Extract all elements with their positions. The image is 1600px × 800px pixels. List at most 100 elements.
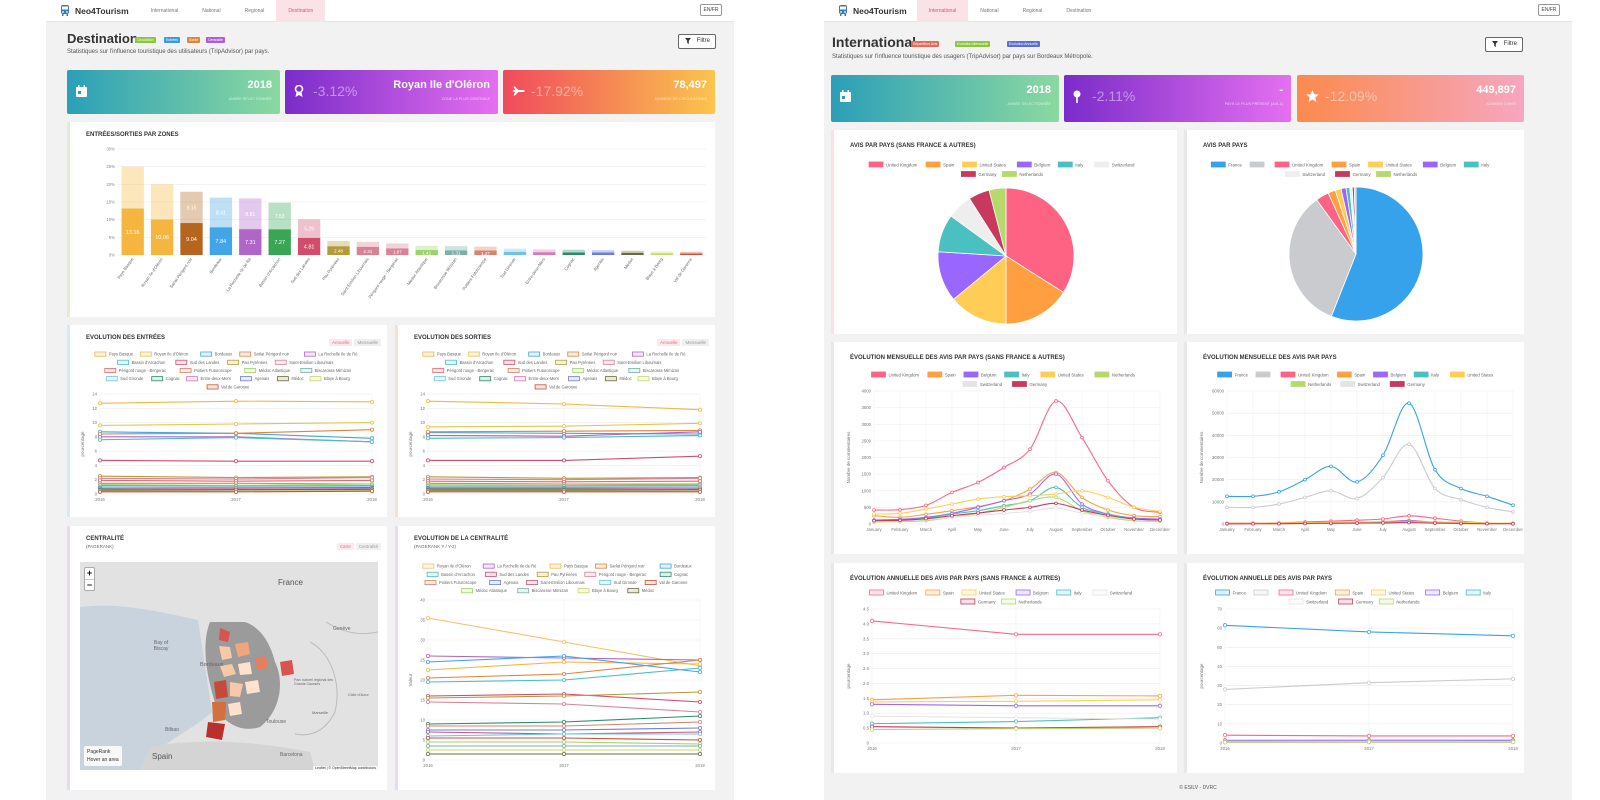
map-canvas[interactable]: [80, 562, 378, 770]
x-tick-label: 2018: [695, 497, 705, 502]
badge-monthly[interactable]: Evolution Mensuelle: [955, 41, 991, 47]
zone-area[interactable]: [280, 660, 294, 676]
month2-card: ÉVOLUTION MENSUELLE DES AVIS PAR PAYS Fr…: [1184, 342, 1524, 554]
legend-label: United Kingdom: [1298, 372, 1329, 377]
nav-tab-regional[interactable]: Regional: [233, 0, 277, 22]
zone-area[interactable]: [214, 680, 228, 699]
badge-entries[interactable]: Entrées: [164, 37, 181, 43]
y-tick-label: 10000: [1212, 499, 1225, 504]
brand-name: Neo4Tourism: [853, 5, 907, 16]
badge-circulation[interactable]: Circulation: [135, 37, 156, 43]
legend-swatch: [925, 589, 941, 596]
zone-area[interactable]: [228, 702, 242, 716]
x-tick-label: Médoc Atlantique: [406, 256, 429, 286]
legend-label: Pau Pyrénées: [570, 360, 596, 365]
data-point: [1157, 726, 1163, 731]
nav-tab-destination[interactable]: Destination: [1054, 0, 1103, 22]
legend-swatch: [1338, 598, 1354, 605]
data-point: [425, 679, 430, 684]
nav-tab-national[interactable]: National: [190, 0, 232, 22]
bar-entries: [680, 253, 703, 255]
nav-tab-destination[interactable]: Destination: [276, 0, 326, 22]
x-tick-label: Sud Gironde: [499, 256, 517, 279]
data-point: [1329, 521, 1333, 526]
bar-data-label: 7.84: [216, 239, 227, 245]
toggle-map[interactable]: Carte: [336, 543, 354, 550]
zoom-out-button[interactable]: −: [85, 579, 94, 590]
badge-reviews-split[interactable]: Répartition Avis: [911, 41, 940, 47]
legend-swatch: [549, 563, 562, 569]
legend-label: La Rochelle Ile de Ré: [646, 352, 686, 357]
data-point: [697, 489, 702, 494]
legend-swatch: [962, 381, 978, 387]
data-point: [697, 743, 702, 748]
map-label-barcelona: Barcelona: [280, 752, 303, 758]
legend-swatch: [94, 351, 107, 357]
kpi-label: NOMBRE D'AVIS: [1486, 102, 1516, 106]
x-tick-label: 2016: [1220, 746, 1230, 751]
legend-swatch: [963, 371, 979, 378]
month1-line-chart: United Kingdom Spain Belgium Italy United St…: [846, 371, 1170, 532]
data-point: [1028, 498, 1032, 503]
legend-label: Royan Ile d'Oléron: [482, 352, 517, 357]
legend-swatch: [1465, 589, 1481, 596]
zone-area[interactable]: [212, 702, 226, 722]
zoom-in-button[interactable]: +: [85, 568, 94, 579]
map-attribution[interactable]: Leaflet | © OpenStreetMap contributors: [313, 766, 378, 770]
data-point: [1002, 498, 1006, 503]
brand[interactable]: Neo4Tourism: [60, 4, 129, 17]
legend-swatch: [1012, 381, 1027, 387]
legend-label: Pau Pyrénées: [551, 572, 577, 577]
data-point: [561, 747, 566, 752]
y-tick-label: 14: [92, 392, 97, 397]
filter-button[interactable]: Filtre: [1485, 37, 1523, 52]
y-tick-label: 4.0: [863, 621, 870, 626]
legend-label: Netherlands: [1112, 372, 1135, 377]
legend-label: Cognac: [494, 376, 508, 381]
filter-label: Filtre: [1503, 41, 1517, 47]
legend-swatch: [871, 371, 886, 378]
bar-data-label: 1.27: [481, 251, 490, 256]
legend-swatch: [868, 161, 884, 168]
y-tick-label: 500: [864, 505, 872, 510]
bar-exits: [327, 240, 350, 247]
data-point: [425, 458, 430, 463]
data-point: [97, 401, 102, 406]
nav-tab-international[interactable]: International: [139, 0, 191, 22]
language-toggle[interactable]: EN/FR: [700, 4, 722, 16]
data-point: [233, 489, 238, 494]
x-tick-label: October: [1100, 527, 1116, 532]
legend-label: Belgium: [1391, 372, 1407, 377]
badge-centrality[interactable]: Centralité: [206, 37, 225, 43]
data-point: [561, 640, 566, 645]
badge-exits[interactable]: Sortie: [187, 37, 201, 43]
legend-swatch: [1016, 161, 1032, 168]
pagerank-map[interactable]: + − France Bay of Biscay Bordeaux Genève…: [80, 562, 378, 770]
brand[interactable]: Neo4Tourism: [838, 4, 907, 17]
legend-swatch: [503, 359, 516, 365]
data-point: [1381, 521, 1385, 525]
toggle-centrality[interactable]: Centralité: [355, 543, 381, 550]
badge-annual[interactable]: Evolution Annuelle: [1007, 41, 1040, 47]
legend-swatch: [1378, 598, 1394, 605]
nav-tab-national[interactable]: National: [968, 0, 1010, 22]
data-point: [697, 713, 702, 718]
nav-tab-international[interactable]: International: [916, 0, 969, 22]
zone-area[interactable]: [206, 722, 225, 740]
legend-swatch: [1288, 598, 1304, 605]
zone-area[interactable]: [245, 680, 260, 694]
legend-swatch: [482, 563, 495, 569]
legend-swatch: [517, 588, 530, 594]
zone-area[interactable]: [238, 662, 252, 675]
zone-area[interactable]: [255, 656, 268, 670]
map-label-massif: Parc naturel régional des Grands Causses: [294, 678, 333, 686]
legend-swatch: [151, 376, 164, 382]
kpi-label: ZONE LA PLUS CENTRALE: [441, 97, 490, 101]
legend-swatch: [572, 368, 585, 374]
nav-tab-regional[interactable]: Regional: [1011, 0, 1055, 22]
y-tick-label: 5: [423, 738, 426, 743]
language-toggle[interactable]: EN/FR: [1538, 4, 1560, 16]
x-tick-label: Pays Basque: [116, 256, 135, 280]
filter-button[interactable]: Filtre: [678, 34, 716, 49]
data-point: [869, 702, 875, 707]
